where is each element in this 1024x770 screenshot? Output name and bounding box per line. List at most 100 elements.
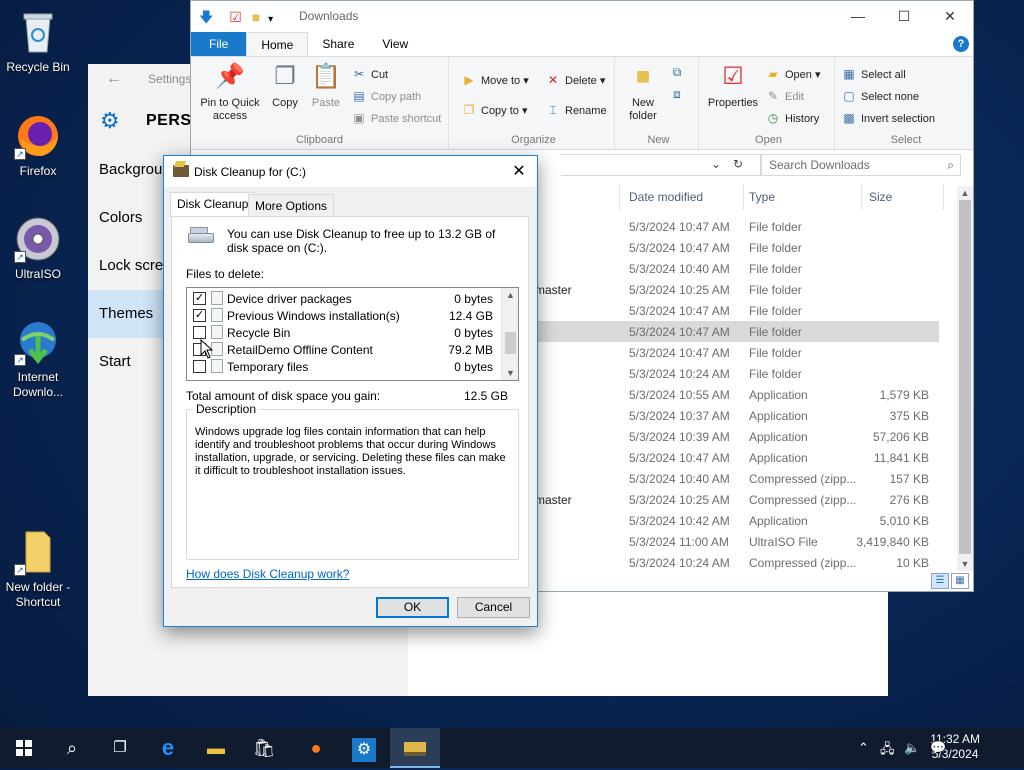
file-date: 5/3/2024 10:47 AM xyxy=(629,451,730,465)
open-button[interactable]: ▰ Open ▾ xyxy=(765,65,820,83)
search-input[interactable]: Search Downloads ⌕ xyxy=(761,154,961,176)
settings-gear-icon[interactable]: ⚙ xyxy=(340,728,388,768)
move-to-button[interactable]: ▶ Move to ▾ xyxy=(461,71,528,89)
cleanup-item[interactable]: ✓ Previous Windows installation(s) 12.4 GB xyxy=(187,307,501,324)
scroll-down-icon[interactable]: ▼ xyxy=(502,368,518,378)
pin-to-quick-access-button[interactable]: 📌 Pin to Quick access xyxy=(195,61,265,123)
paste-label: Paste xyxy=(311,97,341,109)
checkbox[interactable] xyxy=(193,326,206,339)
edge-browser-icon[interactable]: e xyxy=(144,728,192,768)
close-icon[interactable]: ✕ xyxy=(509,161,529,181)
cut-button[interactable]: ✂ Cut xyxy=(351,65,388,83)
column-date-modified[interactable]: Date modified xyxy=(629,190,703,204)
details-view-icon[interactable]: ☰ xyxy=(931,573,949,589)
tab-share[interactable]: Share xyxy=(308,32,368,56)
tab-view[interactable]: View xyxy=(368,32,422,56)
cleanup-item[interactable]: ✓ Device driver packages 0 bytes xyxy=(187,290,501,307)
disk-cleanup-taskbar-icon[interactable] xyxy=(390,728,440,768)
tab-disk-cleanup[interactable]: Disk Cleanup xyxy=(170,192,256,217)
paste-shortcut-label: Paste shortcut xyxy=(371,113,442,125)
chevron-down-icon[interactable]: ⌄ xyxy=(711,157,721,171)
checkbox[interactable]: ✓ xyxy=(193,292,206,305)
file-date: 5/3/2024 10:47 AM xyxy=(629,241,730,255)
notifications-icon[interactable]: 💬 xyxy=(930,740,946,756)
tab-file[interactable]: File xyxy=(191,32,247,56)
file-explorer-icon[interactable]: ▬ xyxy=(192,728,240,768)
history-button[interactable]: ◷ History xyxy=(765,109,819,127)
new-folder-label: New folder xyxy=(629,97,657,122)
invert-selection-button[interactable]: ▩ Invert selection xyxy=(841,109,935,127)
new-folder-button[interactable]: ■ New folder xyxy=(623,61,663,123)
scissors-icon: ✂ xyxy=(353,67,365,81)
scrollbar-thumb[interactable] xyxy=(959,200,971,554)
tab-home[interactable]: Home xyxy=(246,32,309,56)
chevron-down-icon[interactable]: ▾ xyxy=(268,14,273,25)
open-folder-icon: ▰ xyxy=(768,67,778,81)
desktop-icon-recycle-bin[interactable]: Recycle Bin xyxy=(0,8,76,75)
copy-button[interactable]: ❐ Copy xyxy=(267,61,303,110)
help-icon[interactable]: ? xyxy=(953,36,969,52)
minimize-icon[interactable]: — xyxy=(835,1,881,32)
vertical-scrollbar[interactable]: ▲ ▼ xyxy=(957,186,973,571)
paste-shortcut-button[interactable]: ▣ Paste shortcut xyxy=(351,109,441,127)
file-size: 276 KB xyxy=(889,493,929,507)
cut-label: Cut xyxy=(371,69,389,81)
start-windows-icon[interactable] xyxy=(0,728,48,768)
column-size[interactable]: Size xyxy=(869,190,892,204)
settings-title: Settings xyxy=(148,72,192,86)
desktop-icon-new-folder-shortcut[interactable]: ↗ New folder - Shortcut xyxy=(0,528,76,610)
checkbox[interactable]: ✓ xyxy=(193,309,206,322)
select-none-button[interactable]: ▢ Select none xyxy=(841,87,919,105)
easy-access-button[interactable]: ⧈ xyxy=(669,85,689,103)
ok-button[interactable]: OK xyxy=(376,597,449,618)
properties-button[interactable]: ☑ Properties xyxy=(705,61,761,110)
scrollbar-thumb[interactable] xyxy=(505,332,516,354)
column-type[interactable]: Type xyxy=(749,190,775,204)
folder-icon[interactable]: ■ xyxy=(252,9,260,25)
search-icon[interactable]: ⌕ xyxy=(48,728,96,768)
cleanup-item[interactable]: RetailDemo Offline Content 79.2 MB xyxy=(187,341,501,358)
task-view-icon[interactable]: ❐ xyxy=(96,728,144,768)
new-item-button[interactable]: ⧉ xyxy=(669,63,689,81)
edit-button[interactable]: ✎ Edit xyxy=(765,87,804,105)
desktop-icon-internet-download[interactable]: ↗ Internet Downlo... xyxy=(0,318,76,400)
description-label: Description xyxy=(193,402,260,416)
chevron-up-icon[interactable]: ⌃ xyxy=(858,740,869,756)
volume-muted-icon[interactable]: 🔈 xyxy=(904,740,920,756)
download-arrow-icon: 🡇 xyxy=(199,9,214,25)
select-all-button[interactable]: ▦ Select all xyxy=(841,65,905,83)
search-icon: ⌕ xyxy=(947,158,954,172)
rename-button[interactable]: ⌶ Rename xyxy=(545,101,606,119)
firefox-icon[interactable]: ● xyxy=(292,728,340,768)
copy-path-icon: ▤ xyxy=(353,89,365,103)
properties-check-icon[interactable]: ☑ xyxy=(229,9,242,25)
help-link[interactable]: How does Disk Cleanup work? xyxy=(186,567,349,581)
maximize-icon[interactable]: ☐ xyxy=(881,1,927,32)
cleanup-item[interactable]: Temporary files 0 bytes xyxy=(187,358,501,375)
cancel-button[interactable]: Cancel xyxy=(457,597,530,618)
copy-to-icon: ❐ xyxy=(463,103,475,117)
window-controls: — ☐ ✕ xyxy=(835,1,973,32)
paste-button[interactable]: 📋 Paste xyxy=(307,61,345,110)
large-icons-view-icon[interactable]: ▦ xyxy=(951,573,969,589)
copy-path-button[interactable]: ▤ Copy path xyxy=(351,87,421,105)
store-icon[interactable]: 🛍 xyxy=(240,728,288,768)
desktop-icon-firefox[interactable]: ↗ Firefox xyxy=(0,112,76,179)
gear-icon: ⚙ xyxy=(100,108,121,133)
checkbox[interactable] xyxy=(193,360,206,373)
tab-more-options[interactable]: More Options xyxy=(248,194,335,216)
delete-button[interactable]: ✕ Delete ▾ xyxy=(545,71,605,89)
close-icon[interactable]: ✕ xyxy=(927,1,973,32)
address-bar[interactable]: ⌄ ↻ xyxy=(561,154,761,176)
copy-to-button[interactable]: ❐ Copy to ▾ xyxy=(461,101,528,119)
scroll-up-icon[interactable]: ▲ xyxy=(957,188,973,198)
list-scrollbar[interactable]: ▲ ▼ xyxy=(501,288,518,380)
desktop-icon-ultraiso[interactable]: ↗ UltraISO xyxy=(0,215,76,282)
scroll-up-icon[interactable]: ▲ xyxy=(502,290,518,300)
refresh-icon[interactable]: ↻ xyxy=(733,157,743,171)
back-arrow-icon[interactable]: ← xyxy=(106,70,122,88)
scroll-down-icon[interactable]: ▼ xyxy=(957,559,973,569)
network-icon[interactable]: 🖧 xyxy=(880,740,895,762)
total-label: Total amount of disk space you gain: xyxy=(186,389,381,403)
cleanup-item[interactable]: Recycle Bin 0 bytes xyxy=(187,324,501,341)
